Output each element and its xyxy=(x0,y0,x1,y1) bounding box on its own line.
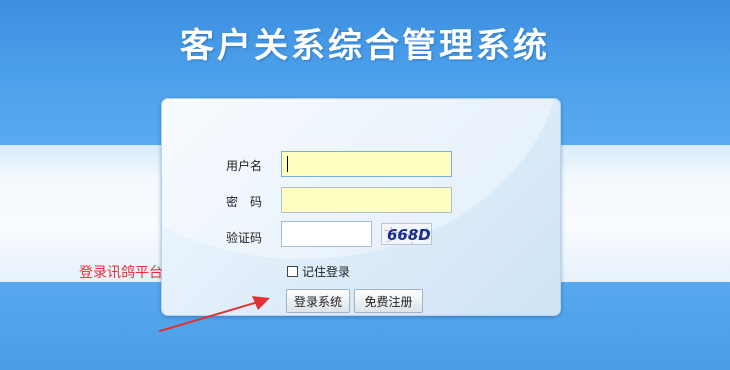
annotation-arrow-icon xyxy=(159,296,270,332)
